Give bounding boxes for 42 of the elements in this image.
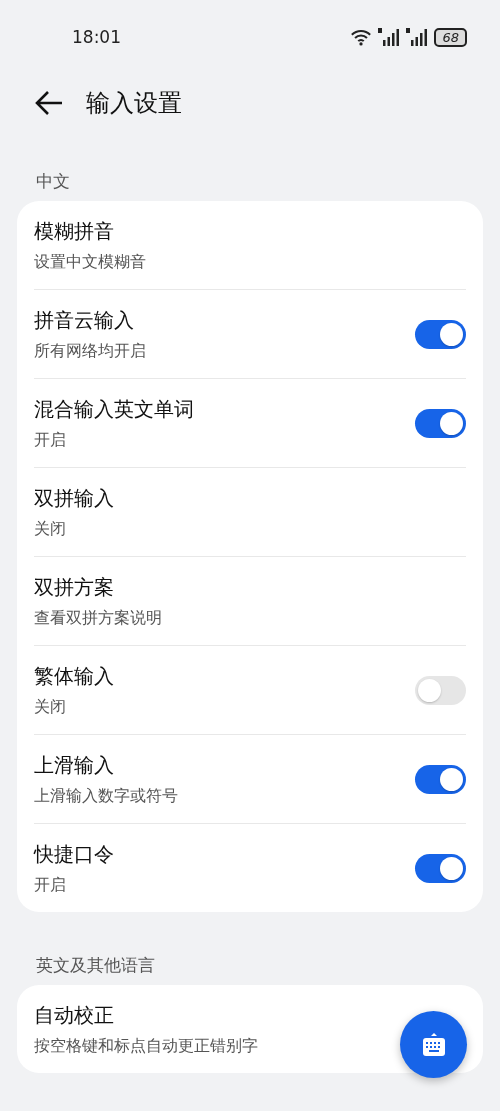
setting-title: 快捷口令 [34,840,114,868]
setting-title: 拼音云输入 [34,306,134,334]
back-arrow-icon [34,90,64,116]
setting-subtitle: 关闭 [34,696,66,718]
settings-row[interactable]: 双拼方案 查看双拼方案说明 [34,557,466,646]
setting-subtitle: 按空格键和标点自动更正错别字 [34,1035,258,1057]
settings-row[interactable]: 混合输入英文单词 开启 [34,379,466,468]
status-time: 18:01 [72,27,121,47]
setting-subtitle: 所有网络均开启 [34,340,146,362]
toggle-switch[interactable] [415,675,466,705]
settings-row[interactable]: 模糊拼音 设置中文模糊音 [34,201,466,290]
wifi-icon [350,28,373,46]
signal-icon [406,28,429,46]
settings-row[interactable]: 繁体输入 关闭 [34,646,466,735]
toggle-switch[interactable] [415,853,466,883]
setting-title: 模糊拼音 [34,217,114,245]
setting-title: 双拼输入 [34,484,114,512]
setting-subtitle: 设置中文模糊音 [34,251,146,273]
settings-row[interactable]: 上滑输入 上滑输入数字或符号 [34,735,466,824]
toggle-switch[interactable] [415,764,466,794]
setting-title: 自动校正 [34,1001,114,1029]
toggle-switch[interactable] [415,408,466,438]
setting-subtitle: 关闭 [34,518,66,540]
settings-row[interactable]: 拼音云输入 所有网络均开启 [34,290,466,379]
battery-indicator: 68 [434,27,467,47]
toggle-switch[interactable] [415,319,466,349]
keyboard-icon [420,1031,447,1058]
setting-subtitle: 开启 [34,874,66,896]
setting-subtitle: 查看双拼方案说明 [34,607,162,629]
setting-subtitle: 上滑输入数字或符号 [34,785,178,807]
section-header: 英文及其他语言 [35,954,156,975]
back-button[interactable] [34,90,64,116]
setting-title: 繁体输入 [34,662,114,690]
settings-row[interactable]: 双拼输入 关闭 [34,468,466,557]
settings-row[interactable]: 快捷口令 开启 [34,824,466,912]
setting-title: 上滑输入 [34,751,114,779]
setting-subtitle: 开启 [34,429,66,451]
signal-icon [378,28,401,46]
section-header: 中文 [35,170,71,191]
setting-title: 双拼方案 [34,573,114,601]
page-title: 输入设置 [86,88,182,119]
setting-title: 混合输入英文单词 [34,395,194,423]
